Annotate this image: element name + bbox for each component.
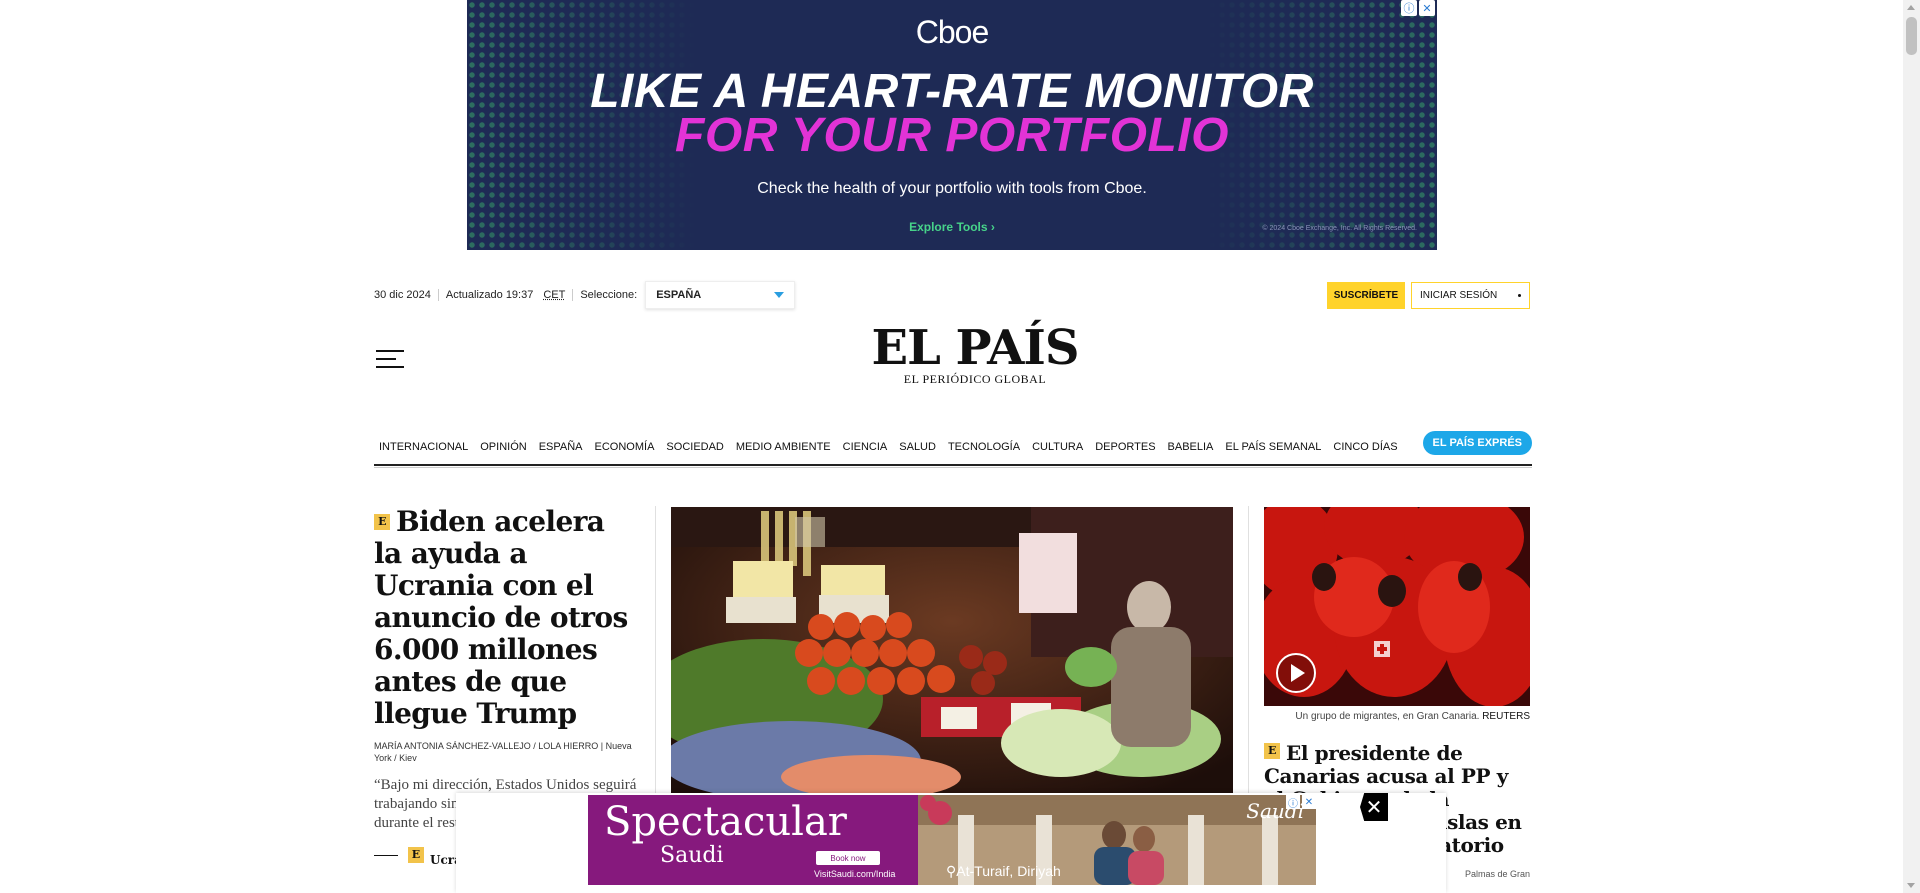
ad-close-icon[interactable]: ✕ [1419, 0, 1435, 16]
ad-choices-badge[interactable]: ⓘ ✕ [1401, 0, 1435, 16]
lead-byline: MARÍA ANTONIA SÁNCHEZ-VALLEJO / LOLA HIE… [374, 740, 640, 764]
top-banner-ad[interactable]: Cboe LIKE A HEART-RATE MONITOR FOR YOUR … [467, 0, 1437, 250]
ad-book-now-button[interactable]: Book now [816, 851, 880, 865]
ad-info-icon[interactable]: ⓘ [1401, 0, 1417, 16]
caption-credit: REUTERS [1482, 711, 1530, 722]
ad-tagline: Check the health of your portfolio with … [757, 180, 1147, 197]
exclusive-badge-icon: E [408, 847, 424, 863]
ad-place-text: At-Turaif, Diriyah [956, 863, 1061, 879]
ad-place-label: ⚲At-Turaif, Diriyah [946, 863, 1061, 880]
lead-headline-link[interactable]: E Biden acelera la ayuda a Ucrania con el… [374, 506, 640, 730]
ad-headline-2: FOR YOUR PORTFOLIO [675, 109, 1229, 162]
market-stall-illustration [671, 507, 1233, 793]
migrants-video-thumbnail[interactable] [1264, 507, 1530, 706]
chevron-down-icon [774, 292, 785, 298]
sticky-bottom-ad: Spectacular Saudi Book now VisitSaudi.co… [456, 793, 1446, 893]
divider [572, 289, 574, 301]
ad-choices-badge[interactable]: ⓘ ✕ [1286, 795, 1316, 810]
close-ad-button[interactable]: ✕ [1360, 793, 1388, 821]
cboe-logo: Cboe [915, 14, 990, 50]
ad-info-icon[interactable]: ⓘ [1286, 795, 1300, 810]
edition-value: ESPAÑA [656, 289, 702, 301]
timezone-text: CET [543, 289, 566, 301]
nav-item-sociedad[interactable]: SOCIEDAD [666, 441, 723, 453]
ad-subtitle: Saudi [660, 843, 724, 868]
nav-item-babelia[interactable]: BABELIA [1168, 441, 1214, 453]
section-nav: INTERNACIONAL OPINIÓN ESPAÑA ECONOMÍA SO… [374, 430, 1532, 466]
nav-item-salud[interactable]: SALUD [899, 441, 936, 453]
subscribe-button[interactable]: SUSCRÍBETE [1327, 282, 1405, 309]
nav-item-ciencia[interactable]: CIENCIA [843, 441, 888, 453]
nav-item-opinion[interactable]: OPINIÓN [480, 441, 526, 453]
ad-title: Spectacular [604, 799, 847, 845]
el-pais-expres-button[interactable]: EL PAÍS EXPRÉS [1422, 431, 1532, 455]
lead-headline[interactable]: Biden acelera la ayuda a Ucrania con el … [374, 505, 628, 730]
scrollbar-thumb[interactable] [1906, 17, 1917, 55]
photo-caption: Un grupo de migrantes, en Gran Canaria. … [1264, 711, 1530, 722]
related-dash [374, 855, 398, 856]
ad-visit-url[interactable]: VisitSaudi.com/India [814, 869, 895, 879]
market-stall-photo[interactable] [671, 507, 1233, 793]
login-button[interactable]: INICIAR SESIÓN [1411, 282, 1530, 309]
ad-copyright: © 2024 Cboe Exchange, Inc. All Rights Re… [1262, 225, 1417, 232]
nav-item-tecnologia[interactable]: TECNOLOGÍA [948, 441, 1020, 453]
location-pin-icon: ⚲ [946, 863, 957, 879]
nav-underline [374, 467, 1532, 468]
date-text: 30 dic 2024 [374, 289, 431, 301]
el-pais-logo[interactable]: EL PAÍS [30, 324, 1920, 372]
edition-select-label: Seleccione: [580, 289, 638, 301]
nav-item-internacional[interactable]: INTERNACIONAL [379, 441, 468, 453]
ad-close-icon[interactable]: ✕ [1302, 795, 1316, 809]
nav-item-cinco-dias[interactable]: CINCO DÍAS [1333, 441, 1397, 453]
exclusive-badge-icon: E [374, 514, 390, 530]
nav-item-el-pais-semanal[interactable]: EL PAÍS SEMANAL [1225, 441, 1321, 453]
scroll-down-arrow-icon[interactable] [1907, 883, 1915, 888]
play-icon[interactable] [1276, 653, 1316, 693]
nav-item-espana[interactable]: ESPAÑA [539, 441, 583, 453]
lead-authors[interactable]: MARÍA ANTONIA SÁNCHEZ-VALLEJO / LOLA HIE… [374, 741, 598, 751]
saudi-ad-banner[interactable]: Spectacular Saudi Book now VisitSaudi.co… [588, 795, 1316, 885]
login-label: INICIAR SESIÓN [1420, 290, 1498, 301]
nav-item-deportes[interactable]: DEPORTES [1095, 441, 1155, 453]
exclusive-badge-icon: E [1264, 742, 1280, 759]
nav-item-medio-ambiente[interactable]: MEDIO AMBIENTE [736, 441, 831, 453]
scroll-up-arrow-icon[interactable] [1907, 5, 1915, 10]
updated-text: Actualizado 19:37 [445, 289, 534, 301]
dropdown-dot-icon [1518, 294, 1521, 297]
edition-select[interactable]: ESPAÑA [645, 281, 796, 309]
caption-text: Un grupo de migrantes, en Gran Canaria. [1295, 711, 1480, 722]
nav-item-cultura[interactable]: CULTURA [1032, 441, 1083, 453]
divider [437, 289, 439, 301]
nav-item-economia[interactable]: ECONOMÍA [595, 441, 655, 453]
masthead-tagline: EL PERIÓDICO GLOBAL [903, 372, 1047, 386]
page-scrollbar[interactable] [1903, 0, 1920, 893]
masthead[interactable]: EL PAÍS EL PERIÓDICO GLOBAL [0, 324, 1920, 387]
